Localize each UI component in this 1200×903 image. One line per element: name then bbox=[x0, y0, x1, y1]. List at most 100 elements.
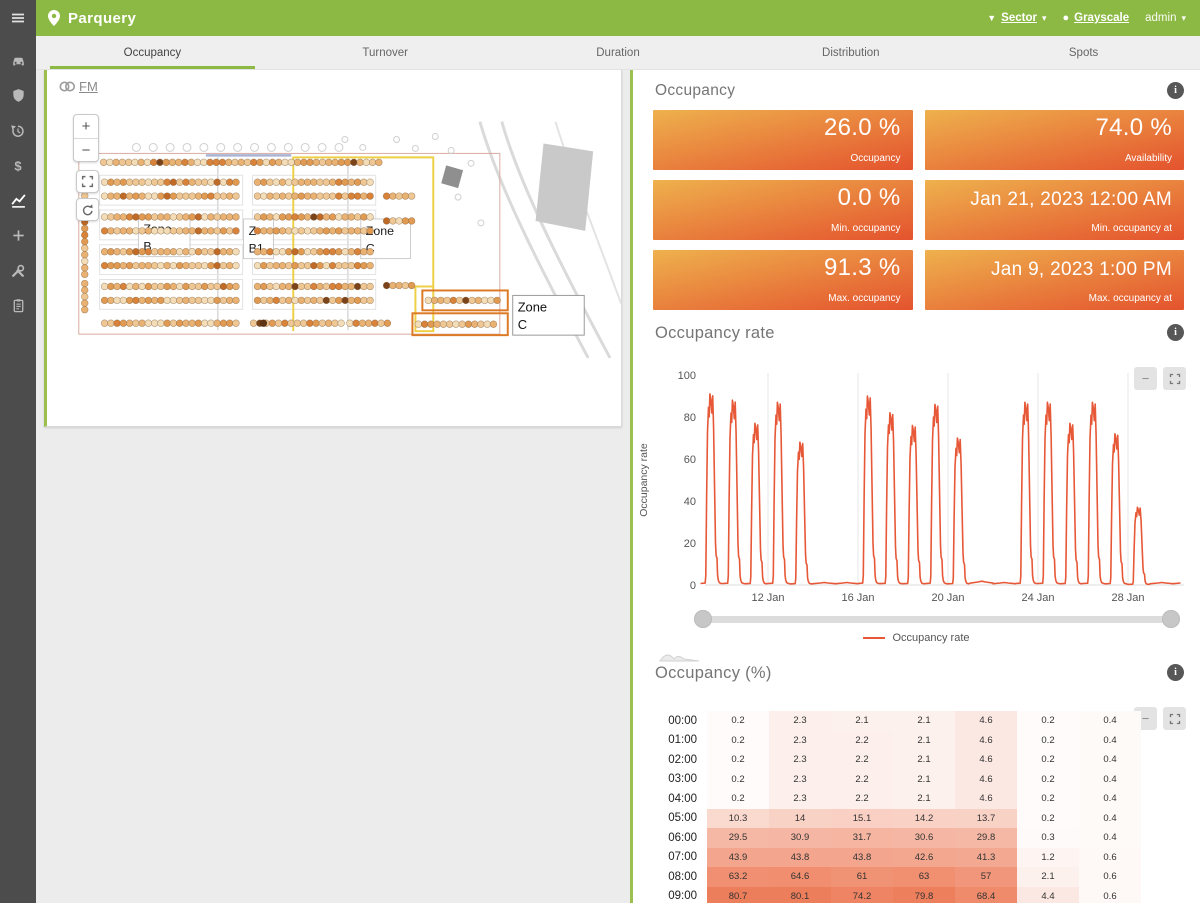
map-rotate-reset-button[interactable] bbox=[76, 198, 99, 221]
heatmap-cell[interactable]: 2.1 bbox=[893, 750, 955, 770]
heatmap-cell[interactable]: 0.2 bbox=[1017, 731, 1079, 751]
heatmap-cell[interactable]: 10.3 bbox=[707, 809, 769, 829]
tab-turnover[interactable]: Turnover bbox=[269, 36, 502, 69]
heatmap-cell[interactable]: 2.2 bbox=[831, 770, 893, 790]
heatmap-cell[interactable]: 0.2 bbox=[707, 711, 769, 731]
heatmap-cell[interactable]: 30.6 bbox=[893, 828, 955, 848]
plus-icon[interactable] bbox=[0, 218, 36, 253]
heatmap-cell[interactable]: 2.1 bbox=[893, 770, 955, 790]
analytics-icon[interactable] bbox=[0, 183, 36, 218]
heatmap-cell[interactable]: 2.1 bbox=[831, 711, 893, 731]
heatmap-cell[interactable]: 0.4 bbox=[1079, 809, 1141, 829]
heatmap-cell[interactable]: 2.1 bbox=[893, 711, 955, 731]
tab-occupancy[interactable]: Occupancy bbox=[36, 36, 269, 69]
heatmap-cell[interactable]: 43.9 bbox=[707, 848, 769, 868]
map-fullscreen-button[interactable] bbox=[76, 170, 99, 193]
heatmap-cell[interactable]: 4.6 bbox=[955, 770, 1017, 790]
tab-distribution[interactable]: Distribution bbox=[734, 36, 967, 69]
heatmap-cell[interactable]: 0.4 bbox=[1079, 731, 1141, 751]
info-icon[interactable]: i bbox=[1167, 324, 1184, 341]
heatmap-cell[interactable]: 4.6 bbox=[955, 711, 1017, 731]
heatmap-cell[interactable]: 2.1 bbox=[893, 789, 955, 809]
dollar-icon[interactable]: $ bbox=[0, 148, 36, 183]
occupancy-heatmap[interactable]: 00:000.22.32.12.14.60.20.401:000.22.32.2… bbox=[651, 711, 1141, 903]
zoom-out-button[interactable]: − bbox=[74, 138, 98, 161]
slider-handle-left[interactable] bbox=[694, 610, 712, 628]
parking-map[interactable]: ZoneBZB1ZoneCZoneC bbox=[47, 70, 621, 425]
tools-icon[interactable] bbox=[0, 253, 36, 288]
heatmap-cell[interactable]: 14 bbox=[769, 809, 831, 829]
heatmap-cell[interactable]: 80.1 bbox=[769, 887, 831, 903]
report-icon[interactable] bbox=[0, 288, 36, 323]
heatmap-cell[interactable]: 29.8 bbox=[955, 828, 1017, 848]
zoom-in-button[interactable]: + bbox=[74, 115, 98, 138]
heatmap-cell[interactable]: 0.2 bbox=[707, 789, 769, 809]
heatmap-cell[interactable]: 0.6 bbox=[1079, 887, 1141, 903]
fm-map-link[interactable]: FM bbox=[59, 79, 98, 94]
heatmap-cell[interactable]: 64.6 bbox=[769, 867, 831, 887]
heatmap-cell[interactable]: 2.1 bbox=[893, 731, 955, 751]
heatmap-cell[interactable]: 2.3 bbox=[769, 711, 831, 731]
heatmap-cell[interactable]: 29.5 bbox=[707, 828, 769, 848]
tab-spots[interactable]: Spots bbox=[967, 36, 1200, 69]
occupancy-rate-chart[interactable]: 12 Jan16 Jan20 Jan24 Jan28 Jan0204060801… bbox=[633, 353, 1200, 615]
info-icon[interactable]: i bbox=[1167, 664, 1184, 681]
slider-track[interactable] bbox=[703, 616, 1171, 623]
heatmap-cell[interactable]: 0.6 bbox=[1079, 848, 1141, 868]
grayscale-toggle[interactable]: ● Grayscale bbox=[1062, 12, 1129, 24]
heatmap-cell[interactable]: 0.2 bbox=[707, 750, 769, 770]
heatmap-fullscreen-button[interactable] bbox=[1163, 707, 1186, 730]
heatmap-cell[interactable]: 2.3 bbox=[769, 789, 831, 809]
history-icon[interactable] bbox=[0, 113, 36, 148]
heatmap-cell[interactable]: 4.6 bbox=[955, 731, 1017, 751]
heatmap-cell[interactable]: 63 bbox=[893, 867, 955, 887]
heatmap-cell[interactable]: 1.2 bbox=[1017, 848, 1079, 868]
heatmap-cell[interactable]: 4.6 bbox=[955, 750, 1017, 770]
heatmap-cell[interactable]: 0.4 bbox=[1079, 789, 1141, 809]
heatmap-cell[interactable]: 2.2 bbox=[831, 789, 893, 809]
heatmap-cell[interactable]: 0.4 bbox=[1079, 750, 1141, 770]
car-icon[interactable] bbox=[0, 43, 36, 78]
heatmap-cell[interactable]: 13.7 bbox=[955, 809, 1017, 829]
heatmap-cell[interactable]: 30.9 bbox=[769, 828, 831, 848]
heatmap-cell[interactable]: 15.1 bbox=[831, 809, 893, 829]
heatmap-cell[interactable]: 61 bbox=[831, 867, 893, 887]
heatmap-cell[interactable]: 43.8 bbox=[769, 848, 831, 868]
heatmap-cell[interactable]: 0.2 bbox=[1017, 770, 1079, 790]
heatmap-cell[interactable]: 74.2 bbox=[831, 887, 893, 903]
menu-icon[interactable] bbox=[0, 0, 36, 36]
heatmap-cell[interactable]: 0.2 bbox=[1017, 789, 1079, 809]
heatmap-cell[interactable]: 63.2 bbox=[707, 867, 769, 887]
info-icon[interactable]: i bbox=[1167, 82, 1184, 99]
slider-handle-right[interactable] bbox=[1162, 610, 1180, 628]
heatmap-cell[interactable]: 2.3 bbox=[769, 731, 831, 751]
heatmap-cell[interactable]: 2.2 bbox=[831, 750, 893, 770]
sector-filter[interactable]: ▼ Sector ▾ bbox=[987, 12, 1046, 24]
heatmap-cell[interactable]: 2.2 bbox=[831, 731, 893, 751]
heatmap-cell[interactable]: 0.2 bbox=[1017, 809, 1079, 829]
heatmap-cell[interactable]: 0.4 bbox=[1079, 711, 1141, 731]
heatmap-cell[interactable]: 80.7 bbox=[707, 887, 769, 903]
heatmap-cell[interactable]: 2.3 bbox=[769, 750, 831, 770]
heatmap-cell[interactable]: 0.2 bbox=[1017, 750, 1079, 770]
heatmap-cell[interactable]: 0.4 bbox=[1079, 770, 1141, 790]
heatmap-cell[interactable]: 31.7 bbox=[831, 828, 893, 848]
heatmap-cell[interactable]: 2.3 bbox=[769, 770, 831, 790]
heatmap-cell[interactable]: 43.8 bbox=[831, 848, 893, 868]
user-menu[interactable]: admin ▾ bbox=[1145, 12, 1186, 24]
heatmap-cell[interactable]: 68.4 bbox=[955, 887, 1017, 903]
heatmap-cell[interactable]: 57 bbox=[955, 867, 1017, 887]
heatmap-cell[interactable]: 4.4 bbox=[1017, 887, 1079, 903]
heatmap-cell[interactable]: 0.3 bbox=[1017, 828, 1079, 848]
heatmap-cell[interactable]: 2.1 bbox=[1017, 867, 1079, 887]
heatmap-cell[interactable]: 79.8 bbox=[893, 887, 955, 903]
heatmap-cell[interactable]: 4.6 bbox=[955, 789, 1017, 809]
heatmap-cell[interactable]: 0.6 bbox=[1079, 867, 1141, 887]
heatmap-cell[interactable]: 14.2 bbox=[893, 809, 955, 829]
heatmap-cell[interactable]: 0.2 bbox=[707, 731, 769, 751]
shield-icon[interactable] bbox=[0, 78, 36, 113]
heatmap-cell[interactable]: 0.4 bbox=[1079, 828, 1141, 848]
heatmap-cell[interactable]: 0.2 bbox=[707, 770, 769, 790]
heatmap-cell[interactable]: 0.2 bbox=[1017, 711, 1079, 731]
heatmap-cell[interactable]: 41.3 bbox=[955, 848, 1017, 868]
